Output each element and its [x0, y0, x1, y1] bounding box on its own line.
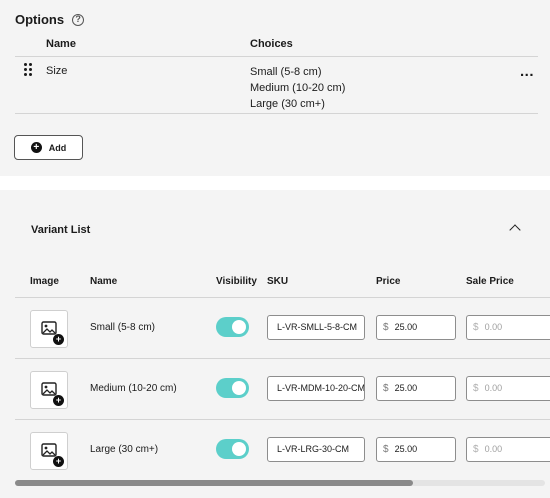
price-input[interactable]: $25.00 [376, 315, 456, 340]
variant-name: Small (5-8 cm) [90, 322, 156, 333]
sku-input[interactable]: L-VR-LRG-30-CM [267, 437, 365, 462]
choice-item: Small (5-8 cm) [250, 66, 322, 78]
variant-row: + Large (30 cm+) L-VR-LRG-30-CM $25.00 $… [15, 420, 550, 481]
sale-price-placeholder: 0.00 [484, 444, 503, 454]
choice-item: Large (30 cm+) [250, 98, 325, 110]
column-header-name: Name [90, 276, 118, 287]
price-value: 25.00 [394, 444, 418, 454]
sale-price-placeholder: 0.00 [484, 322, 503, 332]
add-image-button[interactable]: + [30, 432, 68, 470]
options-title-text: Options [15, 12, 65, 27]
variant-table: Image Name Visibility SKU Price Sale Pri… [15, 264, 550, 481]
sale-price-placeholder: 0.00 [484, 383, 503, 393]
column-header-name: Name [46, 38, 76, 50]
sale-price-input[interactable]: $0.00 [466, 376, 550, 401]
visibility-toggle[interactable] [216, 439, 249, 459]
sale-price-input[interactable]: $0.00 [466, 437, 550, 462]
price-value: 25.00 [394, 383, 418, 393]
panel-divider [0, 176, 550, 190]
price-input[interactable]: $25.00 [376, 376, 456, 401]
sku-input[interactable]: L-VR-SMLL-5-8-CM [267, 315, 365, 340]
plus-icon: + [53, 334, 64, 345]
choice-item: Medium (10-20 cm) [250, 82, 346, 94]
scrollbar-thumb[interactable] [15, 480, 413, 486]
options-table-header: Name Choices [15, 32, 538, 57]
currency-symbol: $ [383, 322, 389, 333]
more-options-icon[interactable]: ... [520, 63, 534, 80]
currency-symbol: $ [383, 444, 389, 455]
price-value: 25.00 [394, 322, 418, 332]
plus-icon: + [53, 456, 64, 467]
plus-icon: + [30, 142, 42, 153]
variant-row: + Medium (10-20 cm) L-VR-MDM-10-20-CM $2… [15, 359, 550, 420]
column-header-sku: SKU [267, 276, 289, 287]
variant-name: Medium (10-20 cm) [90, 383, 177, 394]
column-header-image: Image [30, 276, 59, 287]
column-header-price: Price [376, 276, 401, 287]
option-name: Size [46, 65, 68, 77]
plus-icon: + [53, 395, 64, 406]
add-option-button[interactable]: + Add [14, 135, 83, 160]
help-icon[interactable]: ? [72, 13, 85, 26]
variant-list-title: Variant List [31, 224, 91, 236]
add-image-button[interactable]: + [30, 310, 68, 348]
variant-table-header: Image Name Visibility SKU Price Sale Pri… [15, 264, 550, 298]
drag-handle-icon[interactable] [24, 63, 32, 76]
column-header-choices: Choices [250, 38, 293, 50]
add-button-label: Add [48, 142, 67, 153]
price-input[interactable]: $25.00 [376, 437, 456, 462]
sku-input[interactable]: L-VR-MDM-10-20-CM [267, 376, 365, 401]
column-header-visibility: Visibility [216, 276, 257, 287]
currency-symbol: $ [383, 383, 389, 394]
variant-row: + Small (5-8 cm) L-VR-SMLL-5-8-CM $25.00… [15, 298, 550, 359]
option-choices: Small (5-8 cm) Medium (10-20 cm) Large (… [250, 64, 345, 112]
variant-list-panel: Variant List Image Name Visibility SKU P… [0, 190, 550, 498]
add-image-button[interactable]: + [30, 371, 68, 409]
sale-price-input[interactable]: $0.00 [466, 315, 550, 340]
variant-name: Large (30 cm+) [90, 444, 159, 455]
visibility-toggle[interactable] [216, 317, 249, 337]
column-header-sale-price: Sale Price [466, 276, 514, 287]
currency-symbol: $ [473, 444, 479, 455]
currency-symbol: $ [473, 383, 479, 394]
visibility-toggle[interactable] [216, 378, 249, 398]
horizontal-scrollbar[interactable] [15, 480, 545, 486]
chevron-up-icon[interactable] [509, 224, 521, 236]
options-title: Options ? [15, 12, 85, 27]
options-panel: Options ? Name Choices Size Small (5-8 c… [0, 0, 550, 176]
option-row: Size Small (5-8 cm) Medium (10-20 cm) La… [15, 57, 538, 114]
currency-symbol: $ [473, 322, 479, 333]
